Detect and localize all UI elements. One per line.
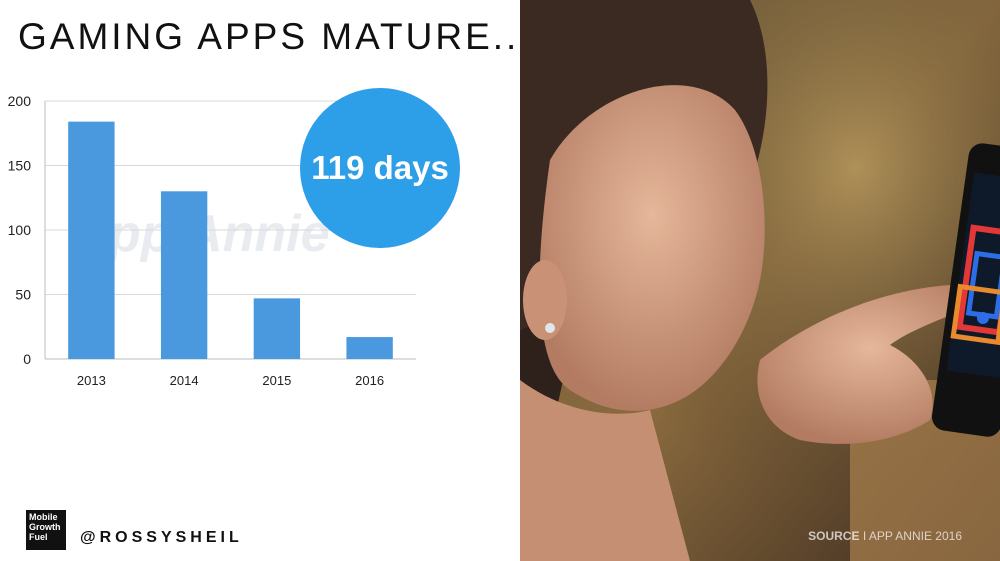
y-tick-label-0: 0 bbox=[23, 351, 31, 367]
duration-badge: 119 days bbox=[300, 88, 460, 248]
y-tick-label-100: 100 bbox=[8, 222, 32, 238]
slide-title: GAMING APPS MATURE.. bbox=[18, 16, 520, 57]
x-tick-label-2014: 2014 bbox=[170, 373, 199, 388]
y-tick-label-150: 150 bbox=[8, 158, 32, 174]
source-credit: SOURCE I APP ANNIE 2016 bbox=[808, 529, 962, 543]
logo-line-2: Growth bbox=[29, 522, 61, 532]
source-separator: I bbox=[862, 529, 867, 543]
x-tick-label-2013: 2013 bbox=[77, 373, 106, 388]
logo-line-1: Mobile bbox=[29, 512, 58, 522]
logo-line-3: Fuel bbox=[29, 532, 48, 542]
y-tick-label-50: 50 bbox=[15, 287, 31, 303]
mobile-growth-fuel-logo: Mobile Growth Fuel bbox=[26, 510, 66, 550]
bar-2015 bbox=[253, 298, 301, 359]
bar-2016 bbox=[346, 337, 393, 359]
bar-2014 bbox=[160, 191, 208, 359]
y-tick-label-200: 200 bbox=[8, 93, 32, 109]
x-tick-label-2015: 2015 bbox=[262, 373, 291, 388]
bar-2013 bbox=[68, 121, 115, 359]
photo-girl-playing-phone-game: SOURCE I APP ANNIE 2016 bbox=[520, 0, 1000, 561]
photo-illustration bbox=[520, 0, 1000, 561]
twitter-handle: @ROSSYSHEIL bbox=[80, 529, 243, 546]
x-tick-label-2016: 2016 bbox=[355, 373, 384, 388]
slide-left-panel: GAMING APPS MATURE.. App Annie 0 50 100 150 2… bbox=[0, 0, 520, 561]
source-label: SOURCE bbox=[808, 529, 860, 543]
duration-badge-text: 119 days bbox=[311, 149, 449, 186]
source-text: APP ANNIE 2016 bbox=[868, 529, 962, 543]
